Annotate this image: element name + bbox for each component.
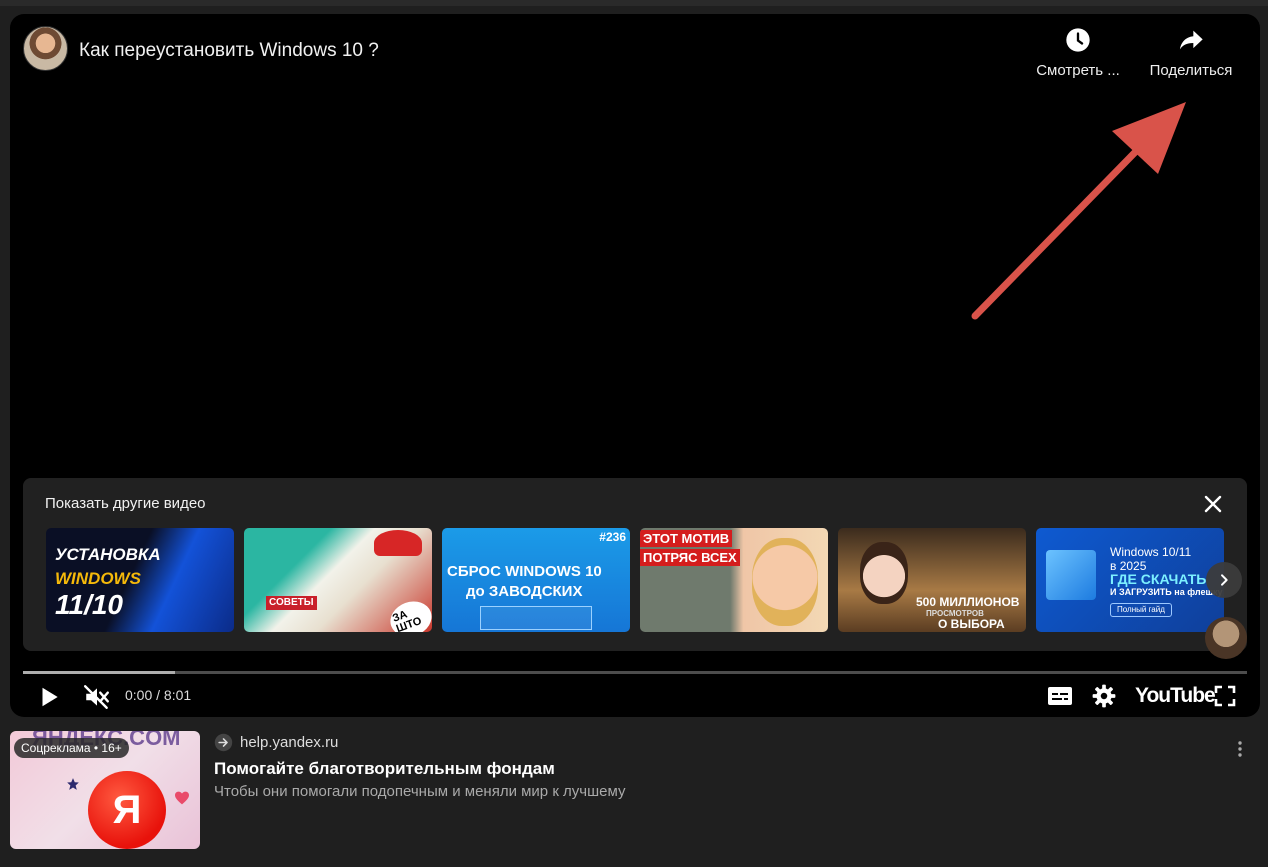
heart-icon [175,791,189,805]
thumbnail-text: О ВЫБОРА [938,617,1005,631]
thumbnail-text: WINDOWS [55,569,141,588]
thumbnail-text: ПОТРЯС ВСЕХ [640,549,740,566]
muted-speaker-icon[interactable] [83,684,111,710]
share-arrow-icon [1179,30,1203,50]
thumbnail-row: УСТАНОВКА WINDOWS 11/10 СОВЕТЫ ЗА ШТО #2… [46,528,1234,632]
video-player[interactable]: Как переустановить Windows 10 ? Смотреть… [10,14,1260,717]
thumbnail-face [752,538,818,626]
thumbnail-text: ГДЕ СКАЧАТЬ [1110,571,1207,587]
ad-title[interactable]: Помогайте благотворительным фондам [214,759,555,779]
thumbnail-text: УСТАНОВКА [55,545,161,564]
progress-bar[interactable] [23,671,1247,674]
video-thumbnail[interactable]: #236 СБРОС WINDOWS 10 до ЗАВОДСКИХ [442,528,630,632]
fullscreen-icon[interactable] [1213,684,1237,708]
yandex-logo-letter: Я [112,787,142,832]
thumbnail-text: 500 МИЛЛИОНОВ [916,595,1020,609]
progress-buffered [23,671,175,674]
video-thumbnail[interactable]: Windows 10/11 в 2025 ГДЕ СКАЧАТЬ И ЗАГРУ… [1036,528,1224,632]
thumbnail-text: Полный гайд [1110,603,1172,617]
play-icon[interactable] [36,684,62,710]
video-thumbnail[interactable]: УСТАНОВКА WINDOWS 11/10 [46,528,234,632]
thumbnail-text: ЭТОТ МОТИВ [640,530,733,547]
channel-watermark-avatar[interactable] [1205,617,1247,659]
share-label: Поделиться [1149,62,1233,79]
ad-thumbnail[interactable]: ЯНДЕКС.COM Соцреклама • 16+ Я [10,731,200,849]
ad-description: Чтобы они помогали подопечным и меняли м… [214,783,626,800]
thumbnail-text: Windows 10/11 [1110,545,1192,559]
thumbnail-text: СОВЕТЫ [266,596,317,610]
arrow-right-circle-icon [214,733,233,752]
thumbnail-face [860,542,908,604]
ad-badge: Соцреклама • 16+ [14,738,129,758]
gear-icon[interactable] [1091,683,1117,709]
video-thumbnail[interactable]: 500 МИЛЛИОНОВ ПРОСМОТРОВ О ВЫБОРА [838,528,1026,632]
top-strip [0,0,1268,6]
ad-domain[interactable]: help.yandex.ru [240,734,338,751]
video-title[interactable]: Как переустановить Windows 10 ? [79,40,379,62]
share-button[interactable]: Поделиться [1144,26,1238,79]
captions-icon[interactable] [1046,684,1074,708]
thumbnail-text: И ЗАГРУЗИТЬ на флешку [1110,587,1223,597]
windows-logo-shape [1046,550,1096,600]
thumbnail-text: 11/10 [55,589,123,620]
thumbnail-dialog-shape [480,606,592,630]
watch-later-button[interactable]: Смотреть ... [1032,26,1124,79]
clock-icon [1066,28,1090,52]
thumbnail-text: #236 [599,530,626,544]
more-videos-panel: Показать другие видео УСТАНОВКА WINDOWS … [23,478,1247,651]
santa-hat-shape [374,530,422,556]
thumbnail-text: ЗА ШТО [385,595,432,632]
more-videos-title: Показать другие видео [45,495,206,512]
yandex-logo: Я [88,771,166,849]
more-vert-icon[interactable] [1232,740,1248,758]
channel-avatar[interactable] [23,26,68,71]
close-icon[interactable] [1201,492,1225,516]
thumbnail-text: до ЗАВОДСКИХ [466,583,583,600]
watch-later-label: Смотреть ... [1036,62,1120,79]
youtube-logo[interactable]: YouTube [1135,684,1216,708]
time-display: 0:00 / 8:01 [125,687,192,703]
video-thumbnail[interactable]: СОВЕТЫ ЗА ШТО [244,528,432,632]
next-videos-button[interactable] [1206,562,1242,598]
thumbnail-text: СБРОС WINDOWS 10 [447,563,602,580]
video-thumbnail[interactable]: ЭТОТ МОТИВ ПОТРЯС ВСЕХ [640,528,828,632]
star-icon [67,778,79,790]
chevron-right-icon [1221,574,1228,586]
